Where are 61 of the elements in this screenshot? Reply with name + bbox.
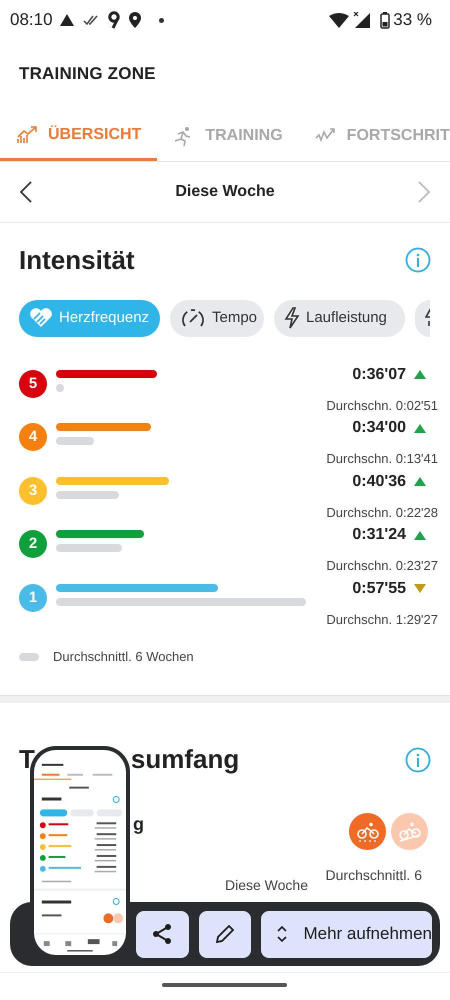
- section-title-start: T: [19, 743, 35, 776]
- average-bar: [56, 490, 119, 499]
- zone-average: Durchschn. 0:22'28: [326, 504, 438, 522]
- share-button[interactable]: [136, 910, 189, 958]
- zone-average: Durchschn. 0:13'41: [326, 450, 438, 468]
- filter-chip[interactable]: Herzfrequenz: [19, 300, 160, 336]
- battery-icon: [380, 12, 390, 28]
- share-icon: [151, 923, 174, 945]
- zone-badge: 1: [19, 584, 47, 612]
- chart-icon: [16, 124, 38, 144]
- average-bar: [56, 384, 64, 392]
- battery-percent: 33 %: [393, 9, 432, 32]
- heart-icon: [29, 308, 53, 328]
- legend-label: Durchschnittl. 6 Wochen: [53, 648, 194, 666]
- zone-time: 0:57'55: [352, 578, 406, 598]
- legend-swatch: [19, 652, 39, 660]
- dot-icon: [158, 18, 164, 22]
- zone-badge: 5: [19, 370, 47, 398]
- lightning-icon: [284, 307, 300, 329]
- expand-icon: [277, 925, 288, 943]
- double-check-icon: [82, 14, 99, 26]
- cyclist-icon: [398, 822, 422, 842]
- tab[interactable]: TRAINING: [157, 108, 299, 161]
- signal-icon: [353, 12, 370, 28]
- filter-chip[interactable]: Tempo: [170, 300, 264, 336]
- edit-button[interactable]: [198, 910, 252, 958]
- zone-badge: 4: [19, 423, 47, 452]
- text-fragment: g: [133, 813, 145, 836]
- zone-time: 0:36'07: [352, 364, 406, 384]
- zone-time: 0:34'00: [352, 418, 406, 438]
- info-icon[interactable]: [405, 247, 431, 273]
- zone-time: 0:40'36: [352, 472, 406, 492]
- zone-average: Durchschn. 1:29'27: [326, 610, 438, 628]
- zone-time: 0:31'24: [352, 525, 406, 545]
- location-pin-icon: [128, 12, 141, 28]
- capture-more-button[interactable]: Mehr aufnehmen: [261, 910, 432, 958]
- nine-shaped-icon: [106, 11, 121, 29]
- zone-average: Durchschn. 0:23'27: [326, 557, 438, 575]
- column-label: Durchschnittl. 6: [326, 866, 422, 884]
- section-title: Intensität: [19, 244, 136, 276]
- section-title-end: sumfang: [130, 743, 240, 776]
- tab[interactable]: ÜBERSICHT: [0, 108, 158, 161]
- zone-badge: 2: [19, 530, 47, 558]
- filter-chip[interactable]: Laufleistung: [274, 300, 405, 336]
- app-title: TRAINING ZONE: [19, 63, 156, 86]
- zone-average: Durchschn. 0:02'51: [326, 396, 438, 414]
- column-label: Diese Woche: [225, 876, 308, 894]
- status-time: 08:10: [10, 9, 53, 32]
- wifi-icon: [329, 12, 350, 28]
- pencil-icon: [215, 924, 236, 944]
- period-label: Diese Woche: [174, 182, 276, 202]
- previous-button[interactable]: [20, 181, 32, 203]
- cycling-button[interactable]: [349, 813, 386, 850]
- info-icon[interactable]: [405, 746, 431, 772]
- average-bar: [56, 437, 94, 446]
- tab[interactable]: FORTSCHRIT: [298, 108, 450, 161]
- average-bar: [56, 544, 122, 552]
- triangle-icon: [58, 13, 75, 27]
- zone-badge: 3: [19, 476, 47, 505]
- gauge-icon: [180, 308, 206, 328]
- cyclist-icon: [356, 822, 380, 842]
